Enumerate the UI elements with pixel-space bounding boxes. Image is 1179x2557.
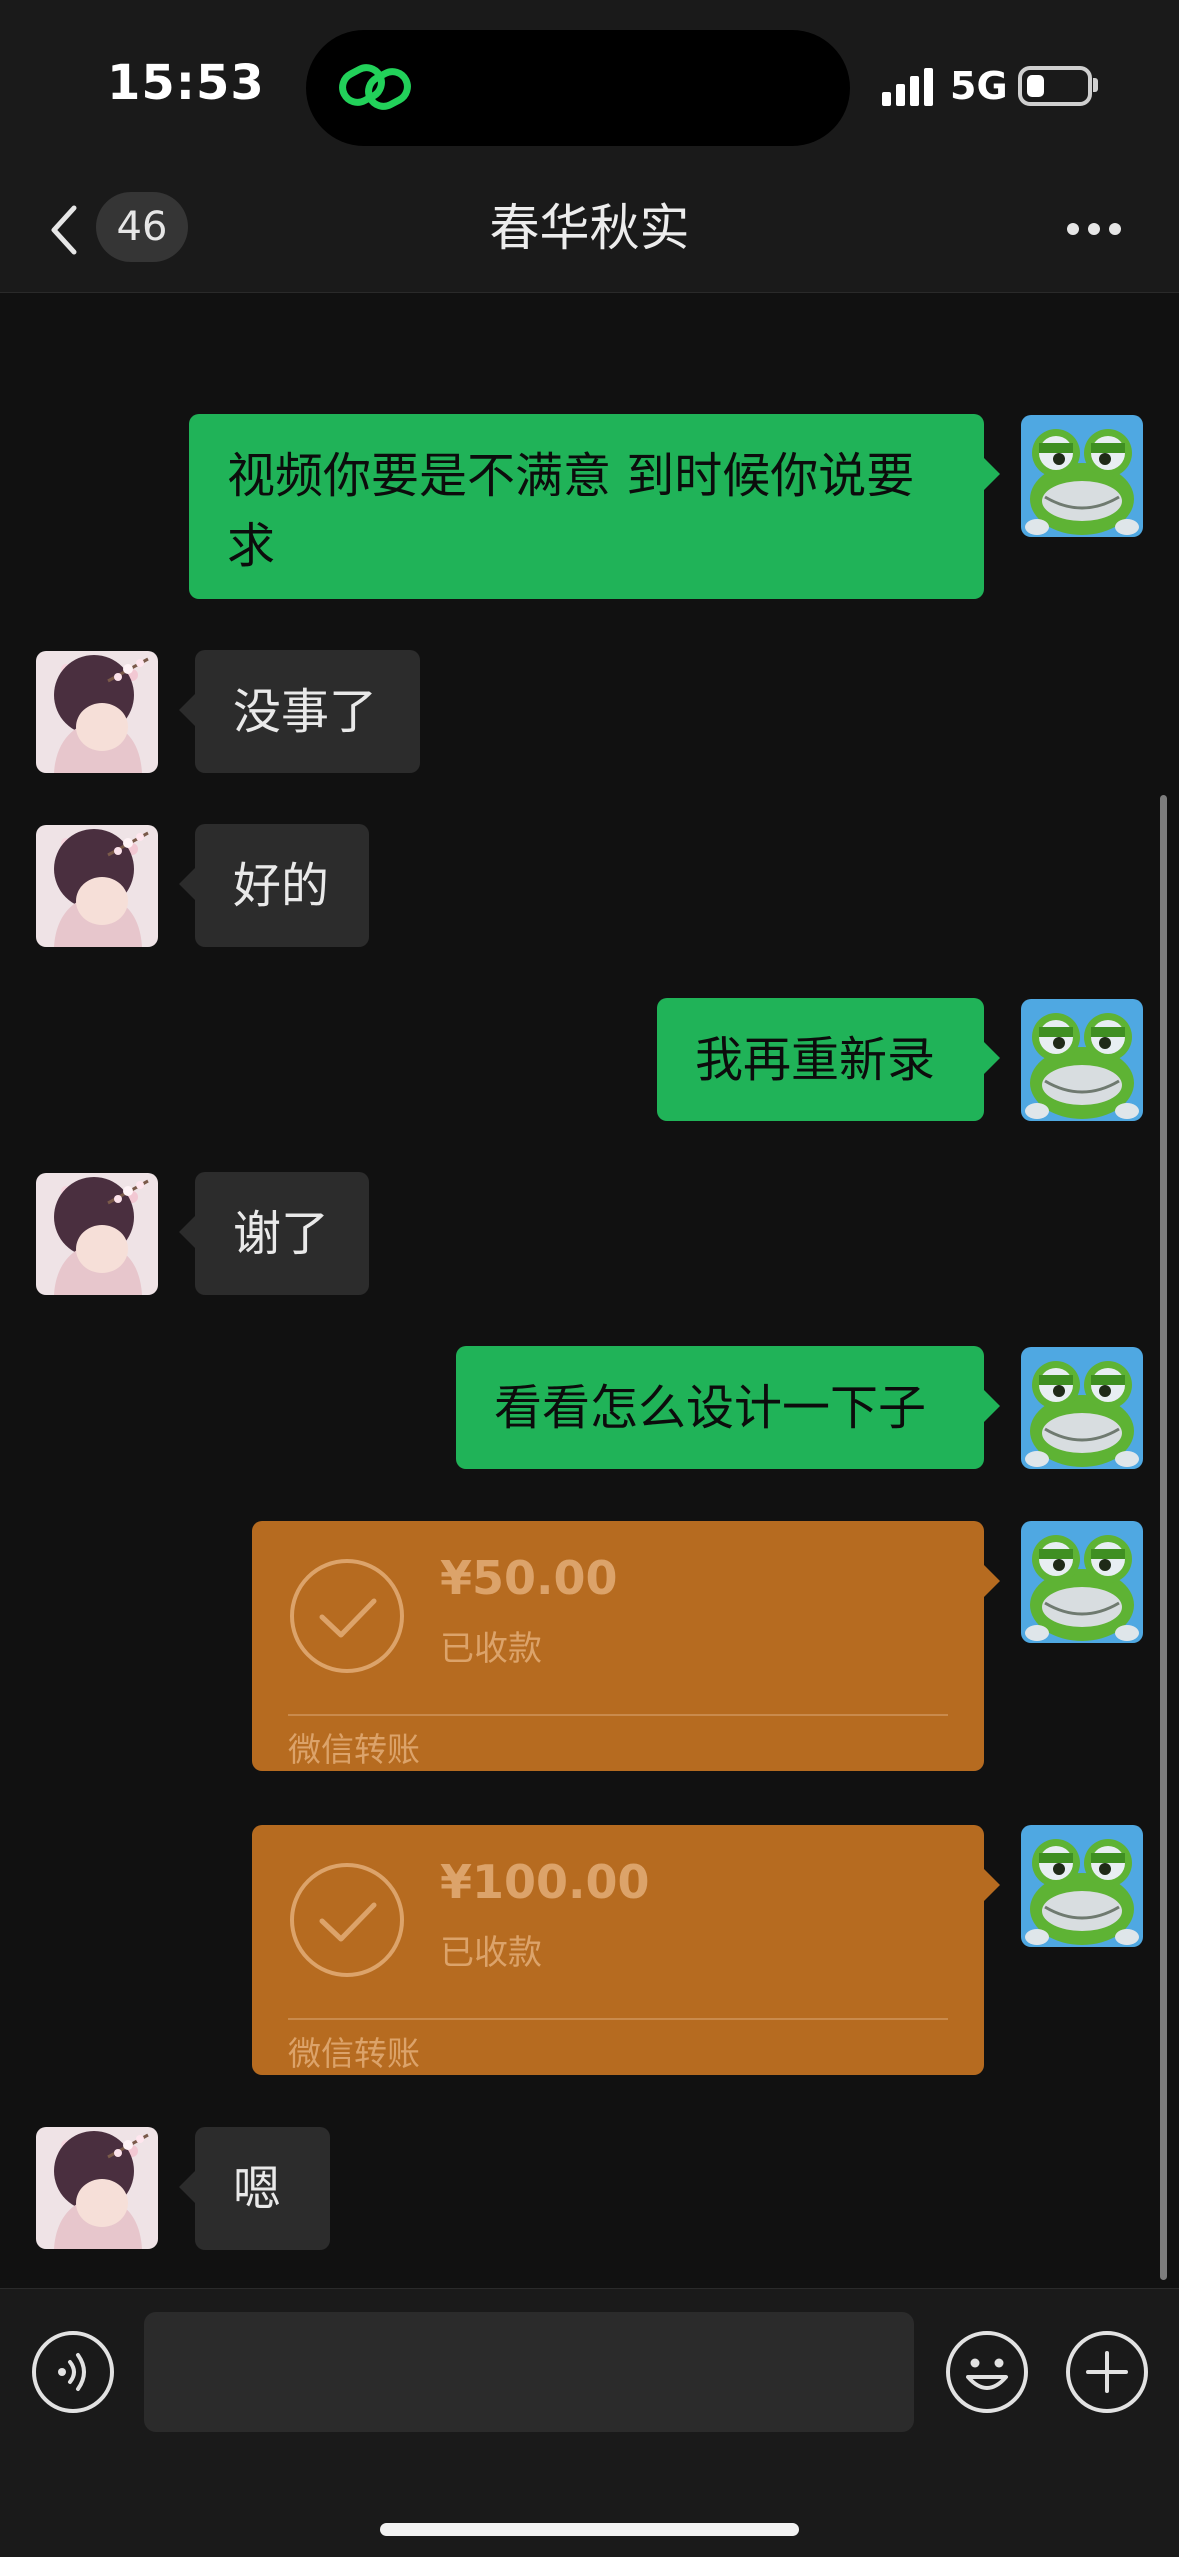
message-bubble-received[interactable]: 好的 [179, 824, 369, 947]
contact-avatar[interactable] [36, 651, 158, 773]
battery-cap [1093, 78, 1098, 92]
emoji-icon[interactable] [944, 2329, 1030, 2415]
check-circle-icon [288, 1861, 406, 1979]
transfer-amount: ¥50.00 [440, 1551, 618, 1605]
voice-icon[interactable] [30, 2329, 116, 2415]
message-bubble-sent[interactable]: 我再重新录 [657, 998, 1000, 1121]
message-list[interactable]: 算了 视频你要是不满意 到时候你说要求 没事了 好的 我再重新录 谢了 看看怎么… [0, 293, 1179, 2293]
status-time: 15:53 [107, 55, 265, 111]
chevron-left-icon[interactable] [44, 200, 84, 260]
input-bar [0, 2288, 1179, 2557]
transfer-amount: ¥100.00 [440, 1855, 650, 1909]
dynamic-island [306, 30, 850, 146]
battery-level [1027, 75, 1045, 97]
signal-icon [882, 68, 933, 106]
message-bubble-sent[interactable]: 看看怎么设计一下子 [456, 1346, 1000, 1469]
contact-avatar[interactable] [36, 825, 158, 947]
battery-icon [1018, 66, 1092, 106]
message-bubble-received[interactable]: 谢了 [179, 1172, 369, 1295]
unread-count-badge[interactable]: 46 [96, 192, 188, 262]
my-avatar[interactable] [1021, 1347, 1143, 1469]
link-icon [339, 64, 411, 110]
message-bubble-sent[interactable]: 视频你要是不满意 到时候你说要求 [189, 414, 1000, 599]
home-indicator[interactable] [380, 2523, 799, 2536]
message-bubble-received[interactable]: 嗯 [179, 2127, 330, 2250]
transfer-card[interactable]: ¥50.00 已收款 微信转账 [252, 1521, 1000, 1771]
plus-icon[interactable] [1064, 2329, 1150, 2415]
scrollbar[interactable] [1160, 795, 1167, 2280]
my-avatar[interactable] [1021, 1825, 1143, 1947]
status-bar: 15:53 5G [0, 0, 1179, 170]
contact-avatar[interactable] [36, 1173, 158, 1295]
transfer-status: 已收款 [440, 1933, 542, 1973]
network-type: 5G [950, 64, 1008, 108]
message-input[interactable] [144, 2312, 914, 2432]
more-dots-icon[interactable] [1066, 222, 1122, 236]
check-circle-icon [288, 1557, 406, 1675]
transfer-label: 微信转账 [288, 1730, 420, 1769]
contact-avatar[interactable] [36, 2127, 158, 2249]
transfer-divider [288, 2018, 948, 2020]
nav-bar: 春华秋实 46 [0, 170, 1179, 293]
my-avatar[interactable] [1021, 999, 1143, 1121]
my-avatar[interactable] [1021, 415, 1143, 537]
transfer-divider [288, 1714, 948, 1716]
transfer-card[interactable]: ¥100.00 已收款 微信转账 [252, 1825, 1000, 2075]
transfer-label: 微信转账 [288, 2034, 420, 2073]
transfer-status: 已收款 [440, 1629, 542, 1669]
message-bubble-received[interactable]: 没事了 [179, 650, 420, 773]
my-avatar[interactable] [1021, 1521, 1143, 1643]
